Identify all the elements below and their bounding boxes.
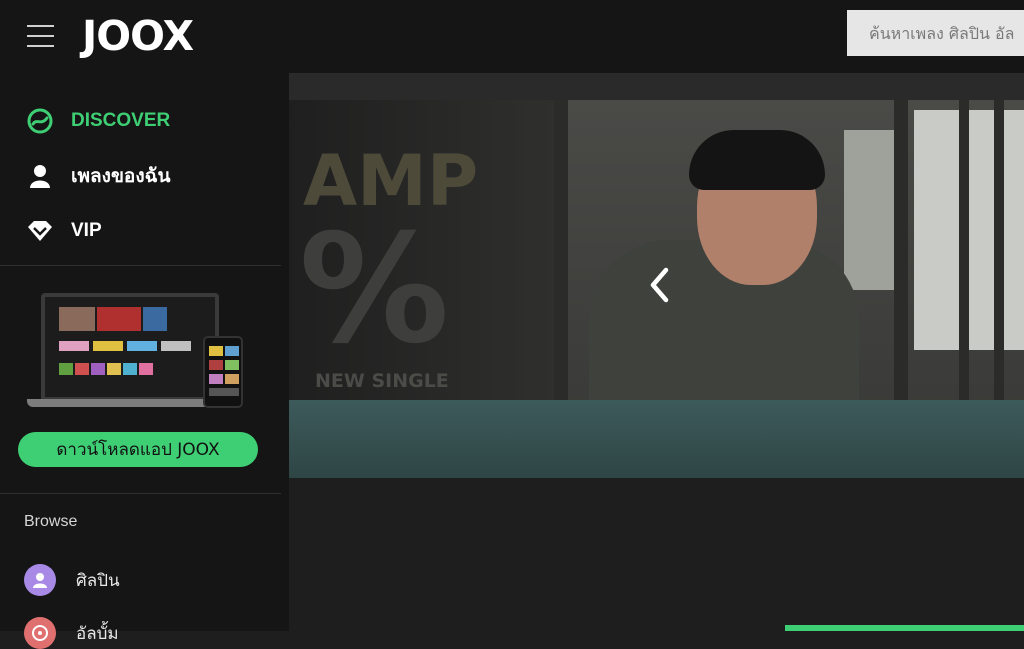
hero-banner[interactable]: AMP % NEW SINGLE (289, 100, 1024, 478)
joox-logo[interactable]: JOOX (82, 12, 194, 60)
banner-person-hair (689, 130, 825, 190)
sidebar-item-label: VIP (71, 220, 102, 241)
top-bar: JOOX (0, 0, 1024, 73)
banner-promo-subtitle: NEW SINGLE (315, 370, 449, 392)
app-devices-illustration (27, 291, 247, 411)
phone-image (203, 336, 243, 408)
browse-item-artists[interactable]: ศิลปิน (24, 564, 120, 596)
album-icon (24, 617, 56, 649)
hamburger-menu-icon[interactable] (27, 25, 54, 47)
download-app-button[interactable]: ดาวน์โหลดแอป JOOX (18, 432, 258, 467)
laptop-image (41, 293, 219, 401)
banner-top-strip (289, 73, 1024, 100)
sidebar-item-label: เพลงของฉัน (71, 166, 171, 187)
diamond-icon (26, 217, 54, 245)
chevron-left-icon[interactable] (647, 265, 671, 305)
banner-promo-percent: % (299, 203, 450, 377)
banner-counter (289, 400, 1024, 478)
browse-item-label: อัลบั้ม (76, 623, 119, 644)
artist-icon (24, 564, 56, 596)
sidebar-item-vip[interactable]: VIP (26, 217, 102, 245)
browse-item-label: ศิลปิน (76, 570, 120, 591)
sidebar-item-discover[interactable]: DISCOVER (26, 107, 170, 135)
search-input[interactable] (847, 10, 1024, 56)
sidebar-divider (0, 265, 281, 266)
sidebar: DISCOVER เพลงของฉัน VIP ดาวน์โหลดแอป JOO… (0, 73, 289, 649)
sidebar-divider (0, 493, 281, 494)
sidebar-item-label: DISCOVER (71, 110, 171, 131)
user-icon (26, 162, 54, 190)
sidebar-item-my-music[interactable]: เพลงของฉัน (26, 162, 171, 190)
main-content: AMP % NEW SINGLE (289, 73, 1024, 631)
browse-item-albums[interactable]: อัลบั้ม (24, 617, 119, 649)
browse-heading: Browse (24, 513, 78, 530)
section-accent-strip (785, 625, 1024, 631)
discover-icon (26, 107, 54, 135)
